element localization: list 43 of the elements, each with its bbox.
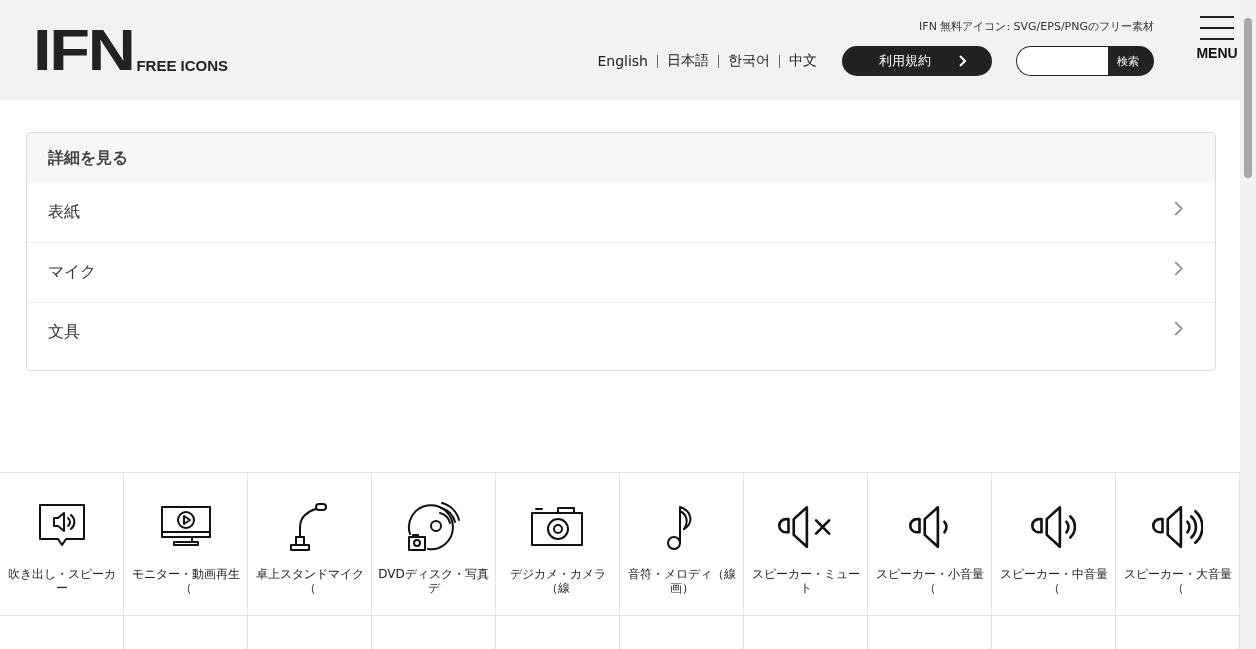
icon-title: DVDディスク・写真デ (377, 567, 490, 595)
chevron-icon (1174, 261, 1183, 276)
language-link[interactable]: 中文 (780, 52, 826, 70)
icon-card[interactable]: 卓上スタンドマイク（ (248, 473, 372, 616)
icon-card[interactable]: デジカメ・カメラ（線 (496, 473, 620, 616)
icon-title: スピーカー・ミュート (750, 567, 861, 595)
speaker-icon (1151, 506, 1204, 548)
speaker-icon (909, 506, 950, 548)
category-link[interactable]: 文具 (27, 303, 1215, 362)
icon-card[interactable]: モニター・動画再生（ (124, 473, 248, 616)
speaker-mute-icon (777, 506, 834, 548)
language-link[interactable]: 한국어 (719, 52, 779, 70)
chevron-icon (1174, 201, 1183, 216)
icon-card[interactable]: スピーカー・ミュート (744, 473, 868, 616)
icon-title: スピーカー・小音量（ (874, 567, 985, 595)
icon-card[interactable]: 音符・メロディ（線画） (620, 473, 744, 616)
scrollbar[interactable] (1240, 0, 1256, 649)
chevron-icon (958, 55, 966, 67)
icon-title: 音符・メロディ（線画） (626, 567, 737, 595)
icon-card[interactable]: DVDディスク・写真デ (372, 473, 496, 616)
icon-title: デジカメ・カメラ（線 (508, 567, 607, 595)
panel-title: 詳細を見る (27, 133, 1215, 183)
tagline: IFN 無料アイコン: SVG/EPS/PNGのフリー素材 (919, 20, 1154, 34)
search-field[interactable] (1016, 46, 1108, 76)
logo[interactable]: IFN FREE ICONS (33, 28, 229, 72)
category-link[interactable]: マイク (27, 243, 1215, 303)
icon-title: スピーカー・中音量（ (998, 567, 1109, 595)
icon-title: 卓上スタンドマイク（ (254, 567, 365, 595)
category-link[interactable]: 表紙 (27, 183, 1215, 243)
language-link[interactable]: English (588, 53, 657, 69)
icon-title: モニター・動画再生（ (130, 567, 241, 595)
chevron-icon (1174, 321, 1183, 336)
icon-card[interactable]: スピーカー・中音量（ (992, 473, 1116, 616)
menu-icon (1200, 16, 1234, 40)
search-button[interactable]: 検索 (1108, 46, 1154, 76)
terms-button[interactable]: 利用規約 (842, 46, 992, 76)
menu-button[interactable]: MENU (1194, 16, 1240, 61)
icon-title: 吹き出し・スピーカー (6, 567, 117, 595)
language-link[interactable]: 日本語 (658, 52, 718, 70)
icon-card[interactable]: 吹き出し・スピーカー (0, 473, 124, 616)
icon-title: スピーカー・大音量（ (1122, 567, 1233, 595)
speaker-icon (1030, 506, 1077, 548)
icon-card[interactable]: スピーカー・小音量（ (868, 473, 992, 616)
